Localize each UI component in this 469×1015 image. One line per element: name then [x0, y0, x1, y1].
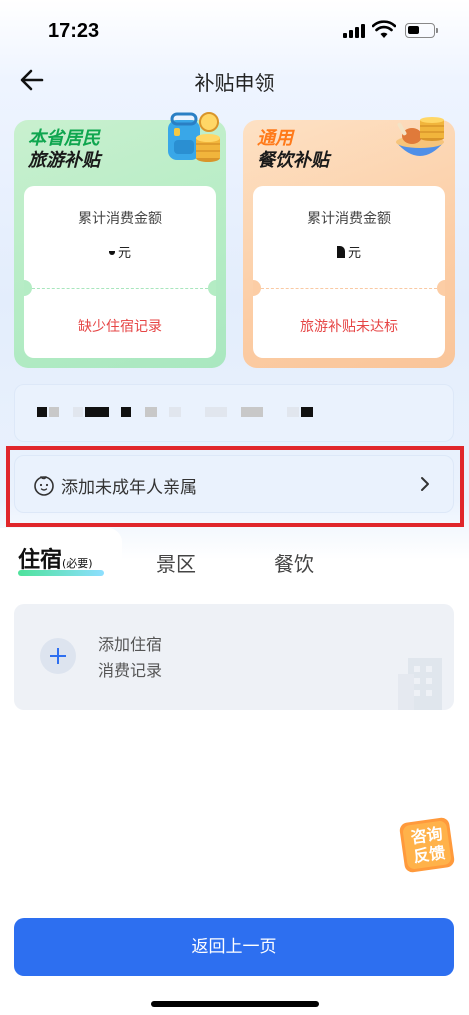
plus-icon: [40, 638, 76, 674]
amount-unit: 元: [347, 246, 361, 261]
divider: [32, 288, 208, 289]
tab-dining[interactable]: 餐饮: [274, 548, 314, 577]
card-inner: 累计消费金额 元 缺少住宿记录: [24, 186, 216, 358]
redaction-mark: [241, 407, 263, 417]
tab-lodging-label: 住宿: [18, 548, 63, 573]
nav-bar: 补贴申领: [0, 60, 469, 100]
divider: [261, 288, 437, 289]
battery-icon: [405, 23, 435, 38]
home-indicator: [151, 1001, 319, 1007]
amount-label: 累计消费金额: [78, 211, 162, 227]
redaction-mark: [301, 407, 313, 417]
amount-unit: 元: [117, 246, 131, 261]
ticket-notch: [208, 280, 216, 296]
status-time: 17:23: [48, 20, 100, 42]
status-bar: 17:23: [0, 0, 469, 60]
status-text: 缺少住宿记录: [78, 319, 162, 335]
amount-label: 累计消费金额: [307, 211, 391, 227]
redaction-mark: [121, 407, 131, 417]
redaction-mark: [205, 407, 227, 417]
add-record-line1: 添加住宿: [98, 635, 163, 654]
return-previous-button[interactable]: 返回上一页: [14, 918, 454, 976]
amount-mask: [336, 246, 345, 258]
amount-value: 元: [24, 242, 216, 261]
card-tag: 本省居民 旅游补贴: [28, 128, 100, 172]
tab-scenic[interactable]: 景区: [156, 548, 196, 577]
tab-lodging-sub: (必要): [62, 557, 93, 570]
redacted-info-box: [14, 384, 454, 442]
card-tag: 通用 餐饮补贴: [257, 128, 329, 172]
building-icon: [398, 658, 442, 710]
add-lodging-record-card[interactable]: 添加住宿 消费记录: [14, 604, 454, 710]
redaction-mark: [37, 407, 47, 417]
card-tag-line2: 餐饮补贴: [257, 150, 329, 171]
redaction-mark: [49, 407, 59, 417]
record-tabs: 住宿(必要) 景区 餐饮: [0, 528, 469, 586]
wifi-icon: [372, 20, 396, 38]
ticket-notch: [437, 280, 445, 296]
card-tag-line2: 旅游补贴: [28, 150, 100, 171]
tab-lodging[interactable]: 住宿(必要): [18, 542, 93, 574]
add-record-line2: 消费记录: [98, 661, 163, 680]
add-record-text: 添加住宿 消费记录: [98, 632, 162, 684]
food-bowl-icon: [396, 117, 444, 156]
battery-nub: [436, 28, 438, 33]
consult-feedback-button[interactable]: 咨询 反馈: [396, 816, 458, 876]
ticket-notch: [253, 280, 261, 296]
redaction-mark: [287, 407, 299, 417]
backpack-coins-icon: [168, 112, 220, 162]
page-title: 补贴申领: [194, 71, 275, 95]
highlight-frame: [6, 446, 464, 527]
amount-value: 元: [253, 242, 445, 261]
card-inner: 累计消费金额 元 旅游补贴未达标: [253, 186, 445, 358]
consult-label: 咨询 反馈: [404, 823, 453, 867]
status-text: 旅游补贴未达标: [300, 319, 398, 335]
cellular-signal-icon: [343, 24, 365, 38]
ticket-notch: [24, 280, 32, 296]
redaction-mark: [145, 407, 157, 417]
redaction-mark: [169, 407, 181, 417]
amount-mask: [108, 251, 115, 255]
card-tag-line1: 通用: [257, 128, 293, 149]
redaction-mark: [85, 407, 109, 417]
redaction-mark: [73, 407, 83, 417]
card-tag-line1: 本省居民: [28, 128, 100, 149]
